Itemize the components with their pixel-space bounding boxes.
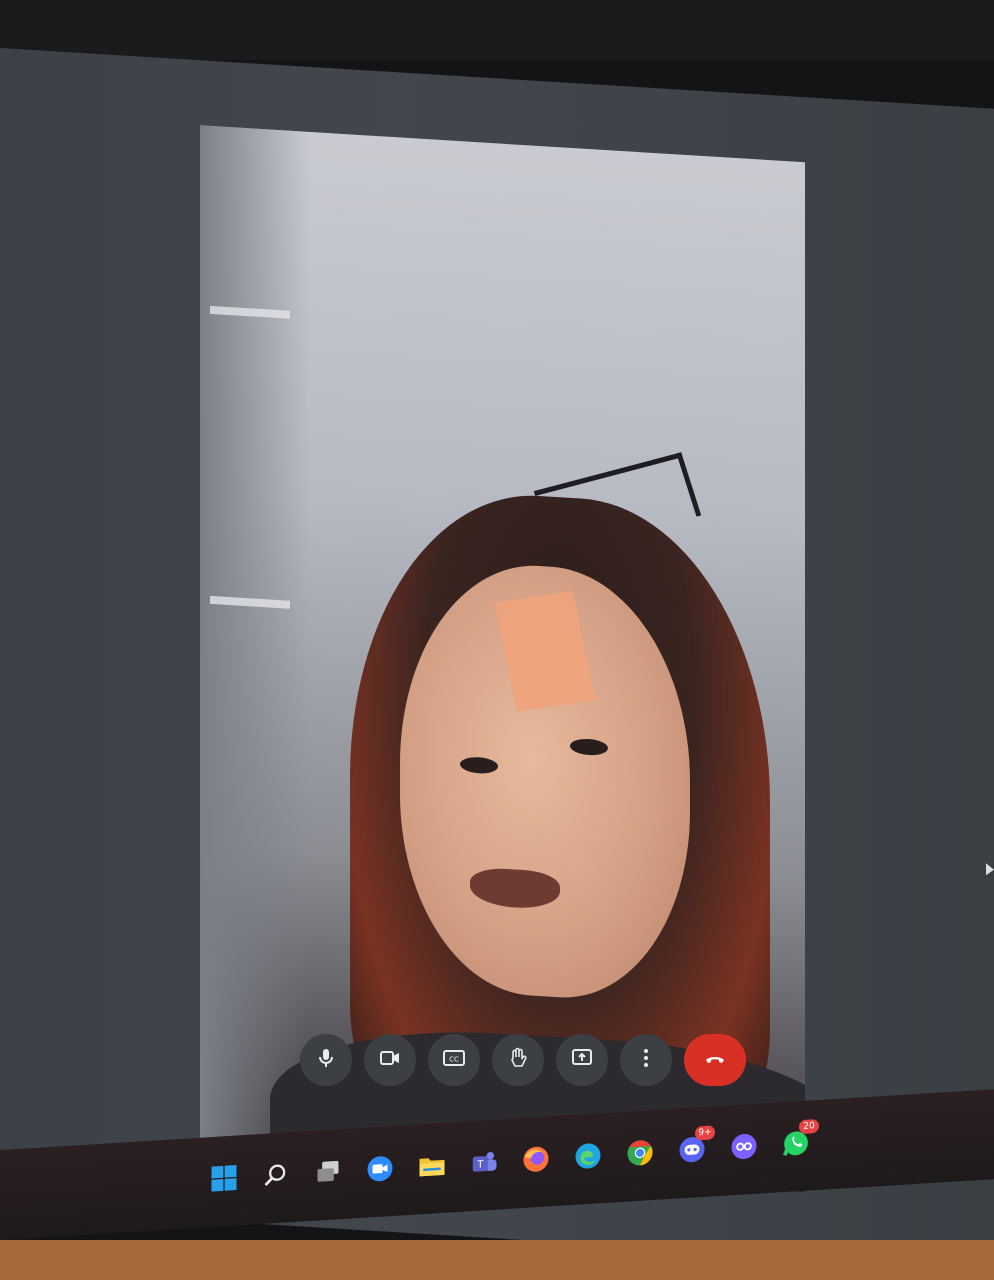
search-button[interactable] bbox=[257, 1157, 295, 1197]
desk-surface bbox=[0, 1240, 994, 1280]
folder-icon bbox=[417, 1150, 447, 1186]
more-vertical-icon bbox=[634, 1046, 658, 1075]
whatsapp-app[interactable]: 20 bbox=[777, 1118, 819, 1165]
windows-logo-icon bbox=[209, 1162, 239, 1198]
hang-up-icon bbox=[703, 1046, 727, 1075]
microphone-button[interactable] bbox=[300, 1034, 352, 1086]
svg-text:T: T bbox=[476, 1159, 484, 1170]
firefox-icon bbox=[521, 1143, 551, 1179]
hand-icon bbox=[506, 1046, 530, 1075]
messenger-icon bbox=[729, 1131, 759, 1167]
edge-app[interactable] bbox=[569, 1138, 607, 1178]
search-icon bbox=[262, 1160, 290, 1194]
captions-button[interactable]: CC bbox=[428, 1034, 480, 1086]
file-explorer-app[interactable] bbox=[413, 1147, 451, 1187]
start-button[interactable] bbox=[205, 1160, 243, 1200]
end-call-button[interactable] bbox=[684, 1034, 746, 1086]
svg-text:CC: CC bbox=[449, 1055, 459, 1063]
camera-button[interactable] bbox=[364, 1034, 416, 1086]
teams-app[interactable]: T bbox=[465, 1144, 503, 1184]
mouth bbox=[470, 866, 560, 911]
firefox-app[interactable] bbox=[517, 1141, 555, 1181]
chrome-app[interactable] bbox=[621, 1135, 659, 1175]
left-eye bbox=[460, 756, 498, 775]
raise-hand-button[interactable] bbox=[492, 1034, 544, 1086]
discord-app[interactable]: 9+ bbox=[673, 1125, 715, 1172]
zoom-meet-app[interactable] bbox=[361, 1151, 399, 1191]
video-chat-icon bbox=[365, 1153, 395, 1189]
notification-badge: 9+ bbox=[695, 1125, 715, 1141]
present-screen-icon bbox=[570, 1046, 594, 1075]
video-camera-icon bbox=[378, 1046, 402, 1075]
chrome-icon bbox=[625, 1137, 655, 1173]
background-wall bbox=[200, 125, 310, 1162]
mouse-cursor bbox=[986, 863, 994, 876]
closed-captions-icon: CC bbox=[442, 1046, 466, 1075]
present-screen-button[interactable] bbox=[556, 1034, 608, 1086]
call-controls-bar: CC bbox=[300, 1030, 760, 1090]
edge-icon bbox=[573, 1140, 603, 1176]
messenger-app[interactable] bbox=[725, 1128, 763, 1168]
teams-icon: T bbox=[469, 1146, 499, 1182]
task-view-button[interactable] bbox=[309, 1154, 347, 1194]
notification-badge: 20 bbox=[799, 1118, 819, 1135]
more-options-button[interactable] bbox=[620, 1034, 672, 1086]
right-eye bbox=[570, 737, 608, 757]
microphone-icon bbox=[314, 1046, 338, 1075]
task-view-icon bbox=[314, 1157, 342, 1191]
monitor-bezel bbox=[0, 0, 994, 60]
